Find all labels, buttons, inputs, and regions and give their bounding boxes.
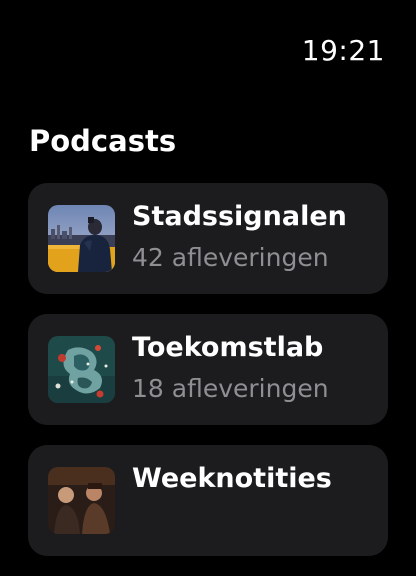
podcast-card-weeknotities[interactable]: Weeknotities [28, 445, 388, 556]
podcast-card-stadssignalen[interactable]: Stadssignalen 42 afleveringen [28, 183, 388, 294]
page-title: Podcasts [29, 124, 177, 158]
podcast-artwork [48, 336, 115, 403]
abstract-map-artwork [48, 336, 115, 403]
podcast-card-toekomstlab[interactable]: Toekomstlab 18 afleveringen [28, 314, 388, 425]
episode-count: 42 afleveringen [132, 243, 329, 272]
podcast-list: Stadssignalen 42 afleveringen Toekomstla… [28, 183, 388, 576]
podcast-artwork [48, 205, 115, 272]
interview-scene-artwork [48, 467, 115, 534]
episode-count: 18 afleveringen [132, 374, 329, 403]
podcast-title: Stadssignalen [132, 201, 347, 232]
podcast-artwork [48, 467, 115, 534]
podcast-title: Toekomstlab [132, 332, 324, 363]
podcast-title: Weeknotities [132, 463, 332, 494]
city-evening-portrait-artwork [48, 205, 115, 272]
clock-time: 19:21 [301, 34, 385, 67]
